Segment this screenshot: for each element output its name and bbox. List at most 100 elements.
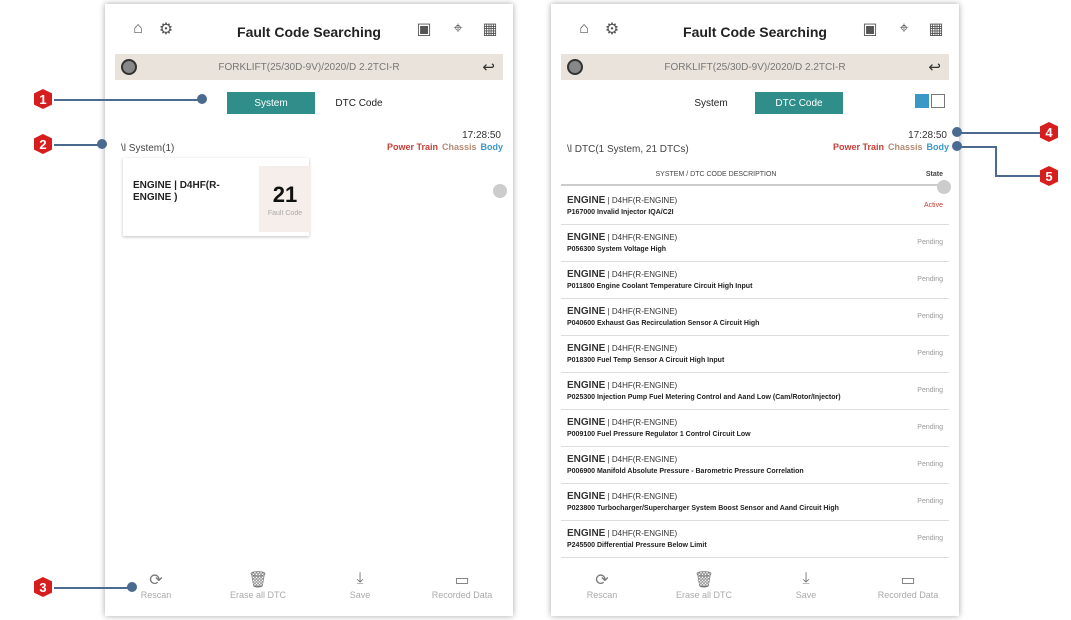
dtc-row[interactable]: ENGINE | D4HF(R-ENGINE) P056300 System Vo… <box>561 225 949 262</box>
system-name: ENGINE | D4HF(R-ENGINE ) <box>133 180 220 203</box>
dtc-row[interactable]: ENGINE | D4HF(R-ENGINE) P011800 Engine Co… <box>561 262 949 299</box>
tab-system[interactable]: System <box>227 92 315 114</box>
dtc-system: ENGINE | D4HF(R-ENGINE) <box>567 380 678 391</box>
save-button[interactable]: ⤓ Save <box>761 570 851 600</box>
rescan-button[interactable]: ⟳ Rescan <box>557 570 647 600</box>
fault-count: 21 <box>272 182 298 207</box>
vci-icon[interactable]: ▣ <box>413 18 435 40</box>
dtc-code-description: P009100 Fuel Pressure Regulator 1 Contro… <box>567 431 751 438</box>
dtc-system: ENGINE | D4HF(R-ENGINE) <box>567 269 678 280</box>
trash-icon: 🗑 <box>693 572 715 589</box>
system-summary: \l System(1) <box>121 143 175 154</box>
vehicle-info: FORKLIFT(25/30D-9V)/2020/D 2.2TCI-R <box>664 61 846 73</box>
leader-dot-3 <box>127 582 137 592</box>
view-toggle <box>915 94 945 108</box>
fault-count-label: Fault Code <box>267 210 303 217</box>
tab-dtc-code[interactable]: DTC Code <box>755 92 843 114</box>
dtc-row[interactable]: ENGINE | D4HF(R-ENGINE) P018300 Fuel Temp… <box>561 336 949 373</box>
dtc-system: ENGINE | D4HF(R-ENGINE) <box>567 417 678 428</box>
leader-line-4 <box>958 132 1040 134</box>
back-icon[interactable]: ↩ <box>928 58 941 76</box>
apps-grid-icon[interactable]: ▦ <box>479 18 501 40</box>
view-tabs: System DTC Code <box>227 92 403 114</box>
dtc-row[interactable]: ENGINE | D4HF(R-ENGINE) P009100 Fuel Pres… <box>561 410 949 447</box>
dtc-list: ENGINE | D4HF(R-ENGINE) P167000 Invalid I… <box>561 188 949 558</box>
list-view-icon[interactable] <box>915 94 929 108</box>
recorded-data-button[interactable]: ▭ Recorded Data <box>863 570 953 600</box>
leader-line-3 <box>54 587 132 589</box>
top-bar: ⌂ ⚙ Fault Code Searching ▣ ⌖ ▦ <box>105 4 513 52</box>
screenshot-icon[interactable]: ⌖ <box>893 18 915 40</box>
filter-body[interactable]: Body <box>481 142 504 152</box>
dtc-row[interactable]: ENGINE | D4HF(R-ENGINE) P167000 Invalid I… <box>561 188 949 225</box>
vehicle-logo-icon <box>567 59 583 75</box>
recorded-data-button[interactable]: ▭ Recorded Data <box>417 570 507 600</box>
system-filters: Power Train Chassis Body <box>387 142 503 152</box>
filter-chassis[interactable]: Chassis <box>442 142 477 152</box>
apps-grid-icon[interactable]: ▦ <box>925 18 947 40</box>
dtc-summary: \l DTC(1 System, 21 DTCs) <box>567 144 689 155</box>
dtc-row[interactable]: ENGINE | D4HF(R-ENGINE) P025300 Injection… <box>561 373 949 410</box>
dtc-row[interactable]: ENGINE | D4HF(R-ENGINE) P023800 Turbochar… <box>561 484 949 521</box>
dtc-code-description: P245500 Differential Pressure Below Limi… <box>567 542 707 549</box>
dtc-state: Pending <box>917 424 943 431</box>
compact-view-icon[interactable] <box>931 94 945 108</box>
tab-system[interactable]: System <box>667 92 755 114</box>
leader-dot-2 <box>97 139 107 149</box>
dtc-system: ENGINE | D4HF(R-ENGINE) <box>567 343 678 354</box>
timestamp: 17:28:50 <box>462 130 501 141</box>
header-state: State <box>925 171 943 178</box>
leader-line-5a <box>958 146 996 148</box>
tab-dtc-code[interactable]: DTC Code <box>315 92 403 114</box>
manual-figure: ⌂ ⚙ Fault Code Searching ▣ ⌖ ▦ FORKLIFT(… <box>0 0 1071 620</box>
filter-power-train[interactable]: Power Train <box>387 142 438 152</box>
dtc-state: Pending <box>917 276 943 283</box>
dtc-code-description: P056300 System Voltage High <box>567 246 667 253</box>
dtc-code-description: P006900 Manifold Absolute Pressure - Bar… <box>567 468 804 475</box>
callout-4: 4 <box>1040 122 1058 142</box>
header-description: SYSTEM / DTC CODE DESCRIPTION <box>655 171 777 178</box>
leader-line-1 <box>54 99 204 101</box>
leader-dot-1 <box>197 94 207 104</box>
screen-dtc-view: ⌂ ⚙ Fault Code Searching ▣ ⌖ ▦ FORKLIFT(… <box>551 4 959 616</box>
dtc-state: Pending <box>917 498 943 505</box>
callout-1: 1 <box>34 89 52 109</box>
dtc-system: ENGINE | D4HF(R-ENGINE) <box>567 454 678 465</box>
filter-chassis[interactable]: Chassis <box>888 142 923 152</box>
dtc-state: Pending <box>917 387 943 394</box>
vehicle-info-bar: FORKLIFT(25/30D-9V)/2020/D 2.2TCI-R ↩ <box>561 54 949 80</box>
erase-all-dtc-button[interactable]: 🗑 Erase all DTC <box>659 570 749 600</box>
dtc-row[interactable]: ENGINE | D4HF(R-ENGINE) P006900 Manifold … <box>561 447 949 484</box>
vehicle-logo-icon <box>121 59 137 75</box>
filter-power-train[interactable]: Power Train <box>833 142 884 152</box>
save-button[interactable]: ⤓ Save <box>315 570 405 600</box>
side-scroll-handle[interactable] <box>937 180 951 194</box>
refresh-icon: ⟳ <box>595 572 609 589</box>
screenshot-icon[interactable]: ⌖ <box>447 18 469 40</box>
vehicle-info-bar: FORKLIFT(25/30D-9V)/2020/D 2.2TCI-R ↩ <box>115 54 503 80</box>
dtc-code-description: P023800 Turbocharger/Supercharger System… <box>567 505 839 512</box>
vci-icon[interactable]: ▣ <box>859 18 881 40</box>
dtc-row[interactable]: ENGINE | D4HF(R-ENGINE) P040600 Exhaust G… <box>561 299 949 336</box>
recorded-data-icon: ▭ <box>454 572 470 589</box>
recorded-data-icon: ▭ <box>900 572 916 589</box>
trash-icon: 🗑 <box>247 572 269 589</box>
dtc-code-description: P025300 Injection Pump Fuel Metering Con… <box>567 394 841 401</box>
filter-body[interactable]: Body <box>927 142 950 152</box>
view-tabs: System DTC Code <box>667 92 843 114</box>
rescan-button[interactable]: ⟳ Rescan <box>111 570 201 600</box>
system-card[interactable]: ENGINE | D4HF(R-ENGINE ) 21 Fault Code <box>123 158 311 236</box>
callout-3: 3 <box>34 577 52 597</box>
leader-line-5b <box>995 146 997 176</box>
erase-all-dtc-button[interactable]: 🗑 Erase all DTC <box>213 570 303 600</box>
dtc-system: ENGINE | D4HF(R-ENGINE) <box>567 195 678 206</box>
callout-2: 2 <box>34 134 52 154</box>
download-icon: ⤓ <box>356 570 364 587</box>
dtc-row[interactable]: ENGINE | D4HF(R-ENGINE) P245500 Different… <box>561 521 949 558</box>
dtc-code-description: P018300 Fuel Temp Sensor A Circuit High … <box>567 357 725 364</box>
side-scroll-handle[interactable] <box>493 184 507 198</box>
download-icon: ⤓ <box>802 570 810 587</box>
back-icon[interactable]: ↩ <box>482 58 495 76</box>
screen-system-view: ⌂ ⚙ Fault Code Searching ▣ ⌖ ▦ FORKLIFT(… <box>105 4 513 616</box>
system-filters: Power Train Chassis Body <box>833 142 949 152</box>
